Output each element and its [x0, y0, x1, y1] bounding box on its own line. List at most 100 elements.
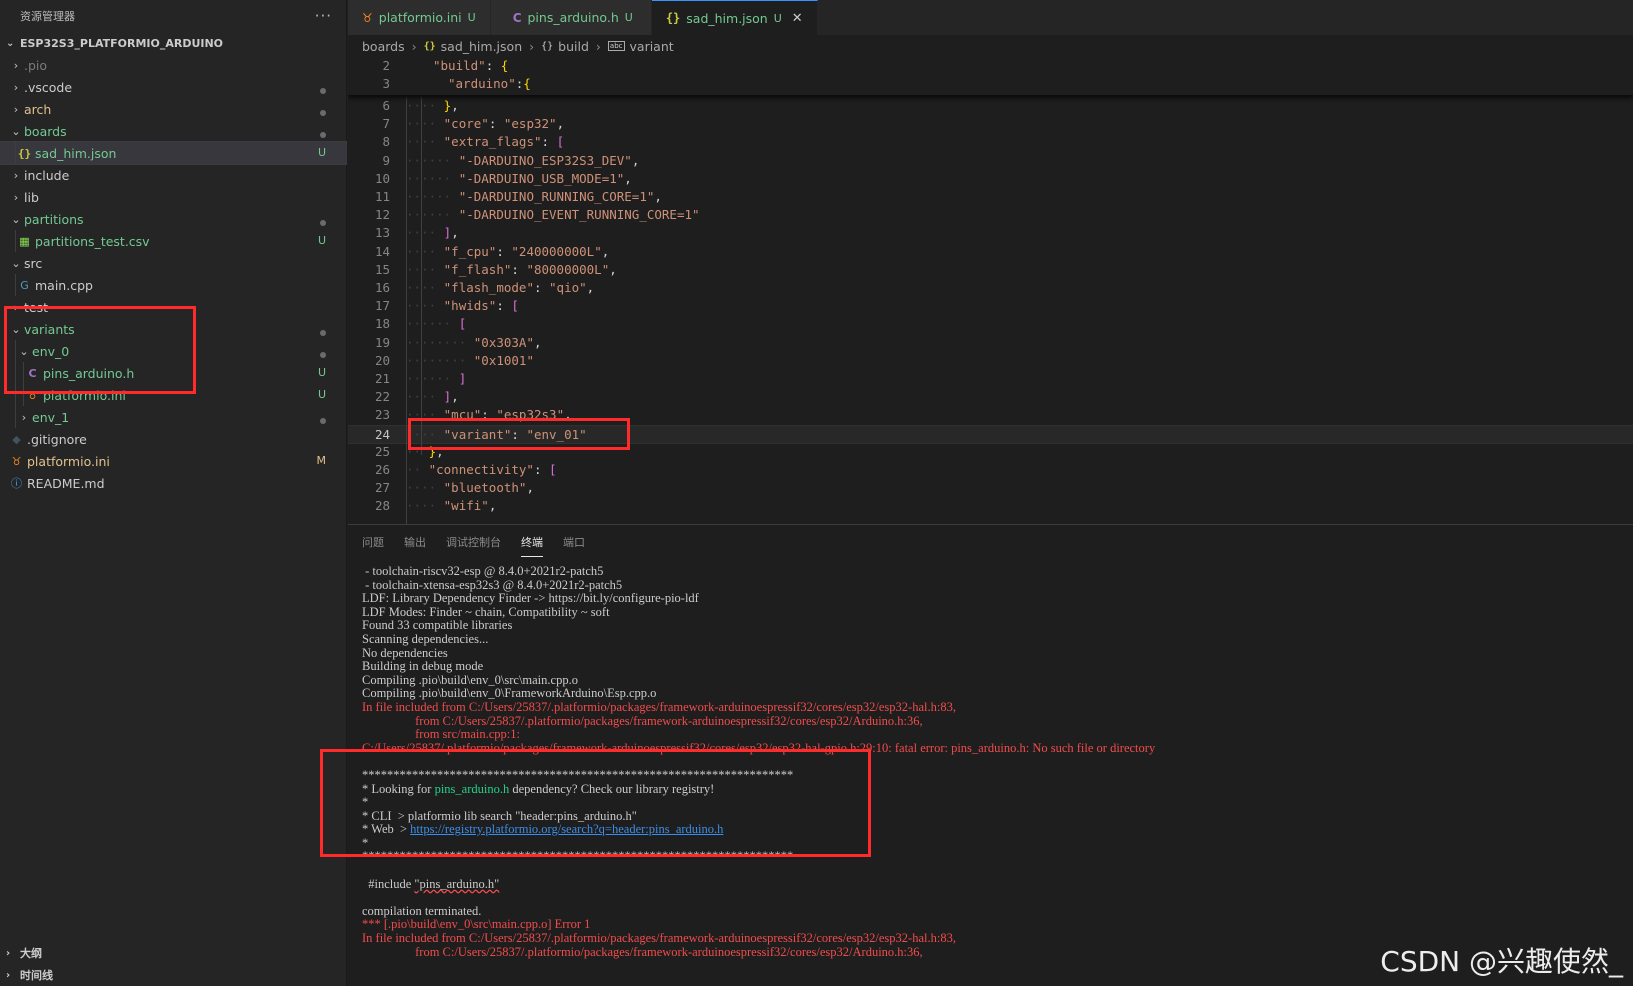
code-line[interactable]: 12 ······ "-DARDUINO_EVENT_RUNNING_CORE=1… [348, 206, 1633, 225]
tree-item-label: env_1 [32, 409, 70, 425]
line-code: ········ "0x1001" [406, 352, 534, 368]
code-line[interactable]: 11 ······ "-DARDUINO_RUNNING_CORE=1", [348, 188, 1633, 207]
terminal-line: No dependencies [362, 645, 448, 660]
tree-item-label: platformio.ini [27, 453, 110, 469]
tree-item-main-cpp[interactable]: Gmain.cpp [0, 274, 346, 296]
breadcrumb-item-file[interactable]: sad_him.json [441, 39, 522, 54]
code-line[interactable]: 10 ······ "-DARDUINO_USB_MODE=1", [348, 170, 1633, 189]
code-line[interactable]: 8 ···· "extra_flags": [ [348, 133, 1633, 152]
code-line[interactable]: 6 ···· }, [348, 97, 1633, 116]
code-editor[interactable]: 2 "build": {3 "arduino":{ 6 ···· }, 7 ···· "c… [348, 57, 1633, 524]
chevron-down-icon: ⌄ [11, 212, 21, 226]
tree-item-pio[interactable]: › .pio [0, 54, 346, 76]
more-actions-icon[interactable]: ··· [315, 7, 332, 25]
chevron-right-icon: › [13, 168, 19, 182]
code-line[interactable]: 18 ······ [ [348, 315, 1633, 334]
close-icon[interactable]: ✕ [792, 11, 803, 26]
timeline-section[interactable]: › 时间线 [0, 964, 346, 986]
code-line[interactable]: 16 ···· "flash_mode": "qio", [348, 279, 1633, 298]
git-status-badge: U [624, 11, 633, 24]
line-number: 14 [374, 243, 390, 259]
tab-problems[interactable]: 问题 [362, 528, 384, 556]
git-status-badge: U [317, 146, 326, 159]
line-code: ······ "-DARDUINO_USB_MODE=1", [406, 170, 632, 186]
code-line[interactable]: 27 ···· "bluetooth", [348, 479, 1633, 498]
code-line[interactable]: 17 ···· "hwids": [ [348, 297, 1633, 316]
tree-item-partitions[interactable]: ⌄ partitions [0, 208, 346, 230]
outline-section[interactable]: › 大纲 [0, 942, 346, 964]
tree-item-sad-him-json[interactable]: {} sad_him.json U [0, 141, 347, 165]
tree-item-boards[interactable]: ⌄ boards [0, 120, 346, 142]
sticky-scroll-header[interactable]: 2 "build": {3 "arduino":{ [348, 57, 1633, 95]
code-line[interactable]: 26 ·· "connectivity": [ [348, 461, 1633, 480]
tree-item-include[interactable]: › include [0, 164, 346, 186]
tree-item-gitignore[interactable]: ◆ .gitignore [0, 428, 346, 450]
code-line[interactable]: 13 ···· ], [348, 224, 1633, 243]
line-code: ···· "f_cpu": "240000000L", [406, 243, 610, 259]
chevron-right-icon: › [595, 38, 601, 54]
code-line[interactable]: 20 ········ "0x1001" [348, 352, 1633, 371]
string-property-icon: abc [607, 41, 625, 51]
git-status-badge: U [317, 234, 326, 247]
terminal-line: *** [.pio\build\env_0\src\main.cpp.o] Er… [362, 917, 591, 932]
sticky-line[interactable]: 2 "build": { [348, 57, 1633, 76]
terminal-line: Compiling .pio\build\env_0\src\main.cpp.… [362, 672, 578, 687]
breadcrumb-item-boards[interactable]: boards [362, 39, 405, 54]
breadcrumb-item-build[interactable]: build [558, 39, 589, 54]
tree-item-platformio-ini[interactable]: ♉ platformio.ini M [0, 450, 346, 472]
tree-item-vscode[interactable]: › .vscode [0, 76, 346, 98]
tree-item-env-1[interactable]: › env_1 [0, 406, 346, 428]
explorer-title: 资源管理器 [20, 10, 75, 23]
line-number: 22 [374, 389, 390, 405]
indent-guide [421, 95, 422, 455]
tab-pins-arduino-h[interactable]: C pins_arduino.h U [490, 0, 652, 35]
terminal-text: #include [362, 876, 415, 891]
code-line[interactable]: 21 ······ ] [348, 370, 1633, 389]
tab-sad-him-json[interactable]: {} sad_him.json U ✕ [651, 0, 818, 35]
line-number: 10 [374, 170, 390, 186]
code-line[interactable]: 15 ···· "f_flash": "80000000L", [348, 261, 1633, 280]
json-file-icon: {} [17, 146, 32, 160]
annotation-box-variants [4, 306, 196, 394]
code-line[interactable]: 19 ········ "0x303A", [348, 334, 1633, 353]
sticky-line[interactable]: 3 "arduino":{ [348, 75, 1633, 94]
line-code: ···· "extra_flags": [ [406, 134, 565, 150]
terminal-line: - toolchain-riscv32-esp @ 8.4.0+2021r2-p… [362, 564, 604, 578]
tree-item-arch[interactable]: › arch [0, 98, 346, 120]
tree-item-partitions-test-csv[interactable]: ▦ partitions_test.csv U [0, 230, 346, 252]
code-line[interactable]: 28 ···· "wifi", [348, 497, 1633, 516]
tab-ports[interactable]: 端口 [563, 528, 585, 556]
tab-platformio-ini[interactable]: ♉ platformio.ini U [348, 0, 491, 35]
tree-item-label: lib [24, 189, 39, 205]
tab-debug-console[interactable]: 调试控制台 [446, 528, 501, 556]
git-status-badge: U [317, 388, 326, 401]
tree-item-readme-md[interactable]: ⓘ README.md [0, 472, 346, 494]
platformio-icon: ♉ [11, 454, 22, 468]
tab-terminal[interactable]: 终端 [521, 528, 543, 557]
code-line[interactable]: 7 ···· "core": "esp32", [348, 115, 1633, 134]
line-code: ······ ] [406, 371, 467, 386]
workspace-root-folder[interactable]: ⌄ ESP32S3_PLATFORMIO_ARDUINO [0, 32, 346, 54]
chevron-right-icon: › [13, 102, 19, 116]
line-number: 27 [374, 480, 390, 496]
code-line[interactable]: 22 ···· ], [348, 388, 1633, 407]
tab-output[interactable]: 输出 [404, 528, 426, 556]
line-code: ···· }, [406, 98, 459, 113]
tree-item-label: .gitignore [27, 431, 87, 447]
tree-item-label: boards [24, 123, 67, 139]
chevron-right-icon: › [13, 58, 19, 72]
line-code: "arduino":{ [448, 76, 531, 91]
tree-item-lib[interactable]: › lib [0, 186, 346, 208]
panel-tab-bar: 问题 输出 调试控制台 终端 端口 [348, 525, 1633, 559]
code-line[interactable]: 14 ···· "f_cpu": "240000000L", [348, 243, 1633, 262]
chevron-right-icon: › [6, 947, 11, 959]
error-underlined-text: "pins_arduino.h" [414, 876, 500, 891]
tree-item-src[interactable]: ⌄ src [0, 252, 346, 274]
line-number: 15 [374, 261, 390, 277]
code-line[interactable]: 9 ······ "-DARDUINO_ESP32S3_DEV", [348, 152, 1633, 171]
breadcrumb-item-variant[interactable]: variant [630, 39, 674, 54]
modified-dot-icon [320, 84, 326, 97]
tab-label: sad_him.json [686, 10, 768, 26]
